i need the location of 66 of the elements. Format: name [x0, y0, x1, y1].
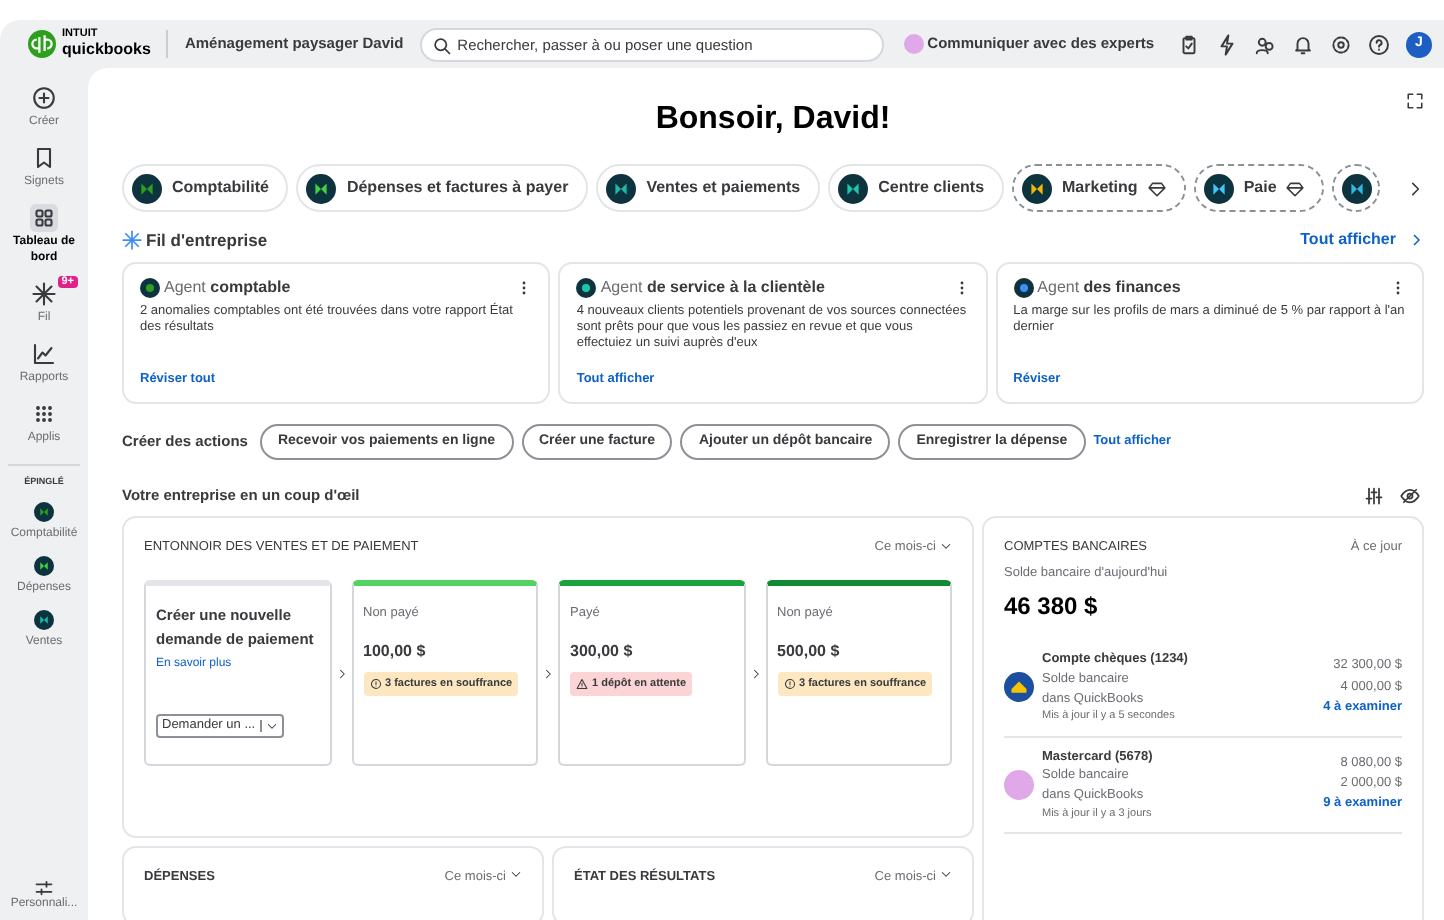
- grid-dots-icon: [32, 402, 56, 427]
- diamond-icon: [1147, 179, 1166, 197]
- warning-triangle-icon: [576, 678, 588, 691]
- app-icon: [34, 556, 54, 577]
- greeting-heading: Bonsoir, David!: [655, 100, 891, 140]
- agent-icon: [140, 277, 160, 298]
- plus-circle-icon: [32, 86, 56, 110]
- hide-icon[interactable]: [1400, 485, 1420, 506]
- chevron-right-icon: [749, 667, 761, 680]
- chevron-right-icon: [542, 667, 554, 680]
- sparkle-icon: [122, 230, 142, 251]
- agent-title: Agent des finances: [1037, 275, 1181, 300]
- app-icon: [1203, 173, 1234, 203]
- app-chip[interactable]: Centre clients: [828, 164, 1005, 212]
- account-logo-icon: [1004, 769, 1034, 800]
- sparkle-icon: [32, 281, 56, 306]
- logo-wordmark: quickbooks: [62, 41, 151, 58]
- app-chip[interactable]: Marketing: [1012, 164, 1186, 212]
- expert-avatar-icon: [903, 34, 924, 54]
- app-chip[interactable]: Comptabilité: [122, 164, 289, 212]
- app-icon: [132, 173, 162, 203]
- feed-title: Fil d'entreprise: [146, 228, 268, 254]
- warning-circle-icon: [369, 678, 381, 691]
- settings-icon[interactable]: [1330, 33, 1352, 55]
- show-all-link[interactable]: Tout afficher: [1300, 228, 1396, 253]
- dashboard-icon: [32, 206, 56, 231]
- stage-amount: 100,00 $: [363, 640, 426, 664]
- bell-icon[interactable]: [1292, 33, 1314, 55]
- quickbooks-logo-icon: [28, 30, 56, 58]
- app-chip[interactable]: Paie: [1193, 164, 1325, 212]
- app-icon: [34, 610, 54, 631]
- bookmark-icon: [32, 146, 56, 171]
- sliders-icon: [34, 877, 54, 898]
- agent-icon: [1013, 277, 1034, 298]
- app-icon: [34, 502, 54, 523]
- clipboard-icon[interactable]: [1178, 33, 1200, 55]
- app-icon: [1022, 173, 1053, 203]
- app-chip[interactable]: Dépenses et factures à payer: [296, 164, 589, 212]
- line-chart-icon: [32, 341, 56, 366]
- agent-title: Agent de service à la clientèle: [600, 275, 825, 300]
- caret-icon: [265, 720, 278, 733]
- stage-amount: 300,00 $: [570, 640, 633, 664]
- diamond-icon: [1286, 179, 1305, 197]
- warning-circle-icon: [783, 678, 795, 691]
- app-icon: [1342, 173, 1373, 203]
- balance-amount: 46 380 $: [1004, 590, 1100, 624]
- chevron-right-icon: [335, 667, 347, 680]
- app-chip[interactable]: Ventes et paiements: [596, 164, 821, 212]
- help-icon[interactable]: [1368, 33, 1390, 55]
- agent-icon: [576, 277, 597, 298]
- caret-icon: [510, 867, 522, 879]
- app-icon: [306, 173, 337, 203]
- caret-icon: [940, 867, 952, 879]
- expand-icon[interactable]: [1406, 92, 1424, 110]
- adjust-icon[interactable]: [1364, 485, 1384, 506]
- agent-title: Agent comptable: [164, 275, 291, 300]
- app-chip[interactable]: [1332, 164, 1381, 212]
- stage-amount: 500,00 $: [777, 640, 840, 664]
- app-icon: [838, 173, 869, 203]
- people-icon[interactable]: [1254, 33, 1276, 55]
- bank-logo-icon: [1004, 672, 1034, 703]
- caret-icon: [940, 540, 952, 553]
- chevron-right-icon[interactable]: [1408, 232, 1424, 249]
- lightning-icon[interactable]: [1216, 33, 1238, 55]
- app-icon: [606, 173, 637, 203]
- chevron-right-icon[interactable]: [1406, 179, 1424, 197]
